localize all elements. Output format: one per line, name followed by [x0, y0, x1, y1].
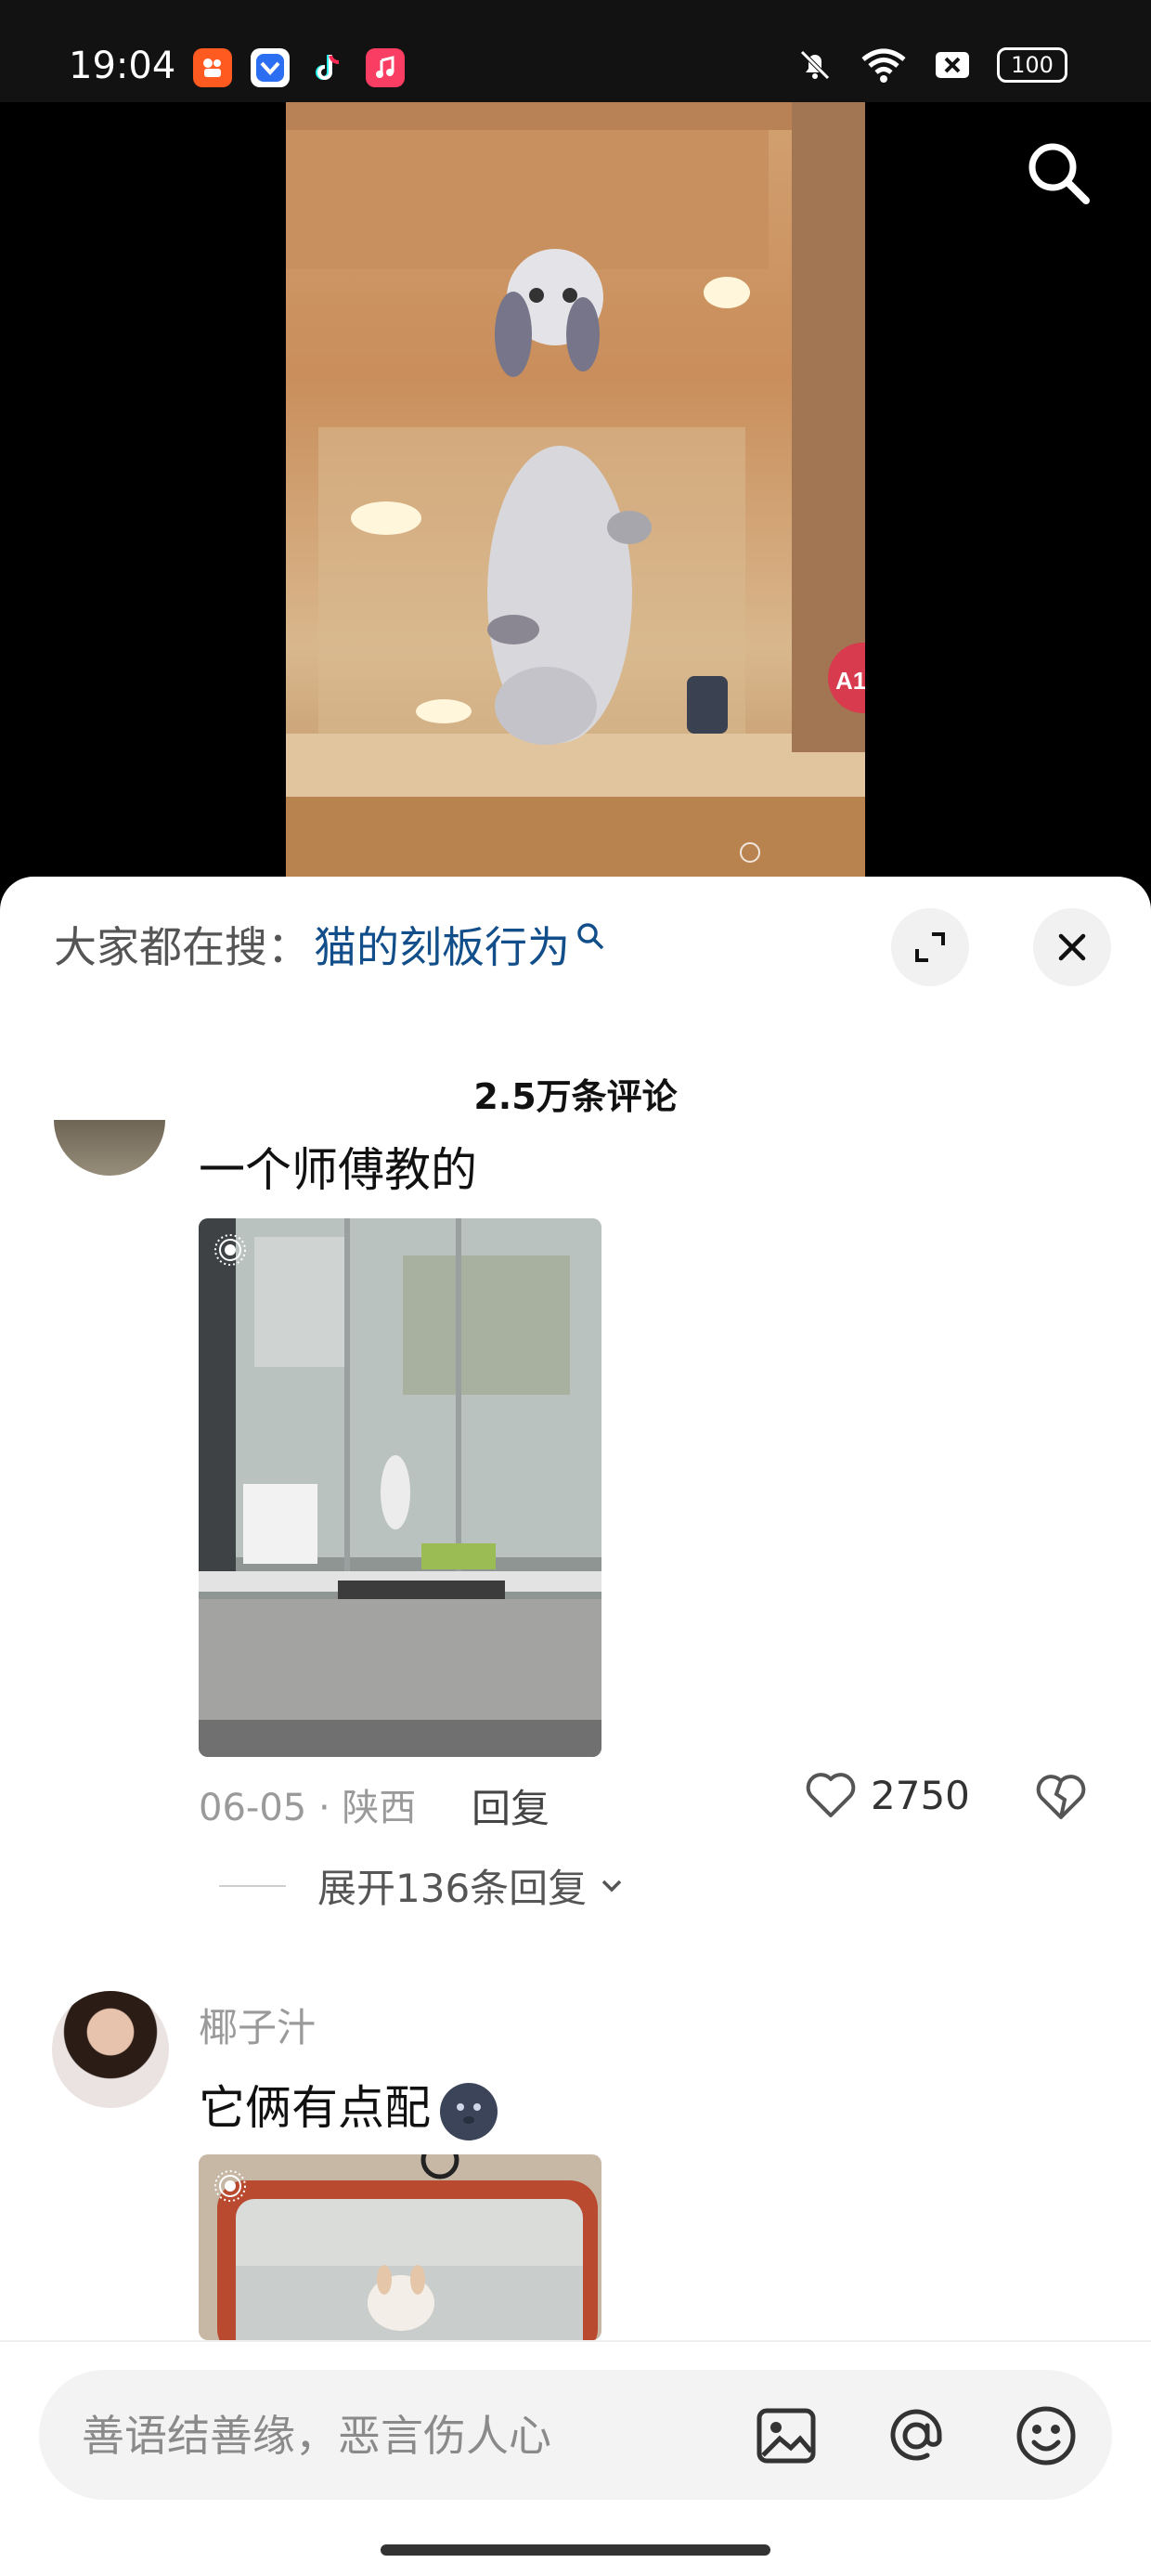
mention-button[interactable] [884, 2403, 949, 2468]
trending-search-link[interactable]: 猫的刻板行为 [314, 914, 570, 975]
avatar[interactable] [52, 1991, 169, 2108]
at-sign-icon [890, 2409, 942, 2461]
comment-text: 它俩有点配 [199, 2081, 431, 2135]
trending-search-prefix: 大家都在搜： [54, 922, 310, 972]
live-photo-icon [214, 1234, 246, 1266]
like-button[interactable]: 2750 [804, 1770, 970, 1820]
live-photo-icon [214, 2170, 246, 2202]
divider [219, 1884, 286, 1887]
broken-heart-icon [1036, 1775, 1086, 1819]
heart-icon [806, 1773, 856, 1817]
comment-image-storefront[interactable] [199, 1218, 601, 1757]
chat-app-icon [251, 48, 290, 87]
chevron-down-icon [601, 1880, 622, 1892]
comment-username[interactable]: 椰子汁 [199, 1997, 316, 2053]
video-badge-text: A17 [835, 667, 865, 695]
notification-app-icons [193, 48, 405, 87]
like-count: 2750 [871, 1772, 970, 1818]
comment-text: 一个师傅教的 [199, 1143, 477, 1197]
battery-indicator: 100 [997, 47, 1067, 83]
status-bar: 19:04 100 [0, 0, 1151, 102]
emoji-button[interactable] [1014, 2403, 1079, 2468]
comment-count: 2.5万条评论 [473, 1076, 678, 1117]
reply-button[interactable]: 回复 [472, 1777, 550, 1834]
music-app-icon [366, 48, 405, 87]
dislike-button[interactable] [1034, 1772, 1088, 1826]
expand-icon [915, 932, 945, 962]
wifi-icon [861, 48, 906, 83]
avatar[interactable] [54, 1120, 165, 1176]
comment-image-cat-window[interactable] [199, 2154, 601, 2340]
comment-input[interactable] [80, 2401, 733, 2470]
comment-text-2: 它俩有点配 [199, 2071, 499, 2142]
image-icon [757, 2408, 816, 2464]
expand-replies-label: 展开136条回复 [317, 1866, 588, 1911]
no-sim-icon [936, 52, 969, 78]
search-icon [577, 923, 604, 950]
video-frame-cat[interactable]: A17 [286, 102, 865, 882]
dark-face-emoji-icon [440, 2082, 498, 2140]
close-icon [1058, 933, 1086, 961]
trending-search-row: 大家都在搜： 猫的刻板行为 [54, 914, 607, 975]
status-indicators: 100 [796, 46, 1067, 84]
video-search-button[interactable] [1021, 136, 1095, 210]
status-time: 19:04 [69, 45, 176, 87]
smiley-icon [1016, 2406, 1076, 2465]
search-icon [1028, 143, 1090, 204]
fullscreen-button[interactable] [891, 908, 969, 986]
kuaishou-icon [193, 48, 232, 87]
home-indicator[interactable] [381, 2544, 770, 2556]
comment-date-location: 06-05 · 陕西 [199, 1787, 417, 1829]
mute-bell-icon [800, 50, 830, 80]
video-player[interactable]: A17 [0, 102, 1151, 882]
tiktok-icon [308, 48, 347, 87]
image-picker-button[interactable] [754, 2403, 819, 2468]
comment-input-container[interactable] [39, 2370, 1112, 2500]
comment-input-bar [0, 2340, 1151, 2576]
close-button[interactable] [1033, 908, 1111, 986]
expand-replies-button[interactable]: 展开136条回复 [219, 1857, 627, 1914]
comments-sheet: 大家都在搜： 猫的刻板行为 2.5万条评论 一个师傅教的 06-05 · 陕西 … [0, 877, 1151, 2574]
